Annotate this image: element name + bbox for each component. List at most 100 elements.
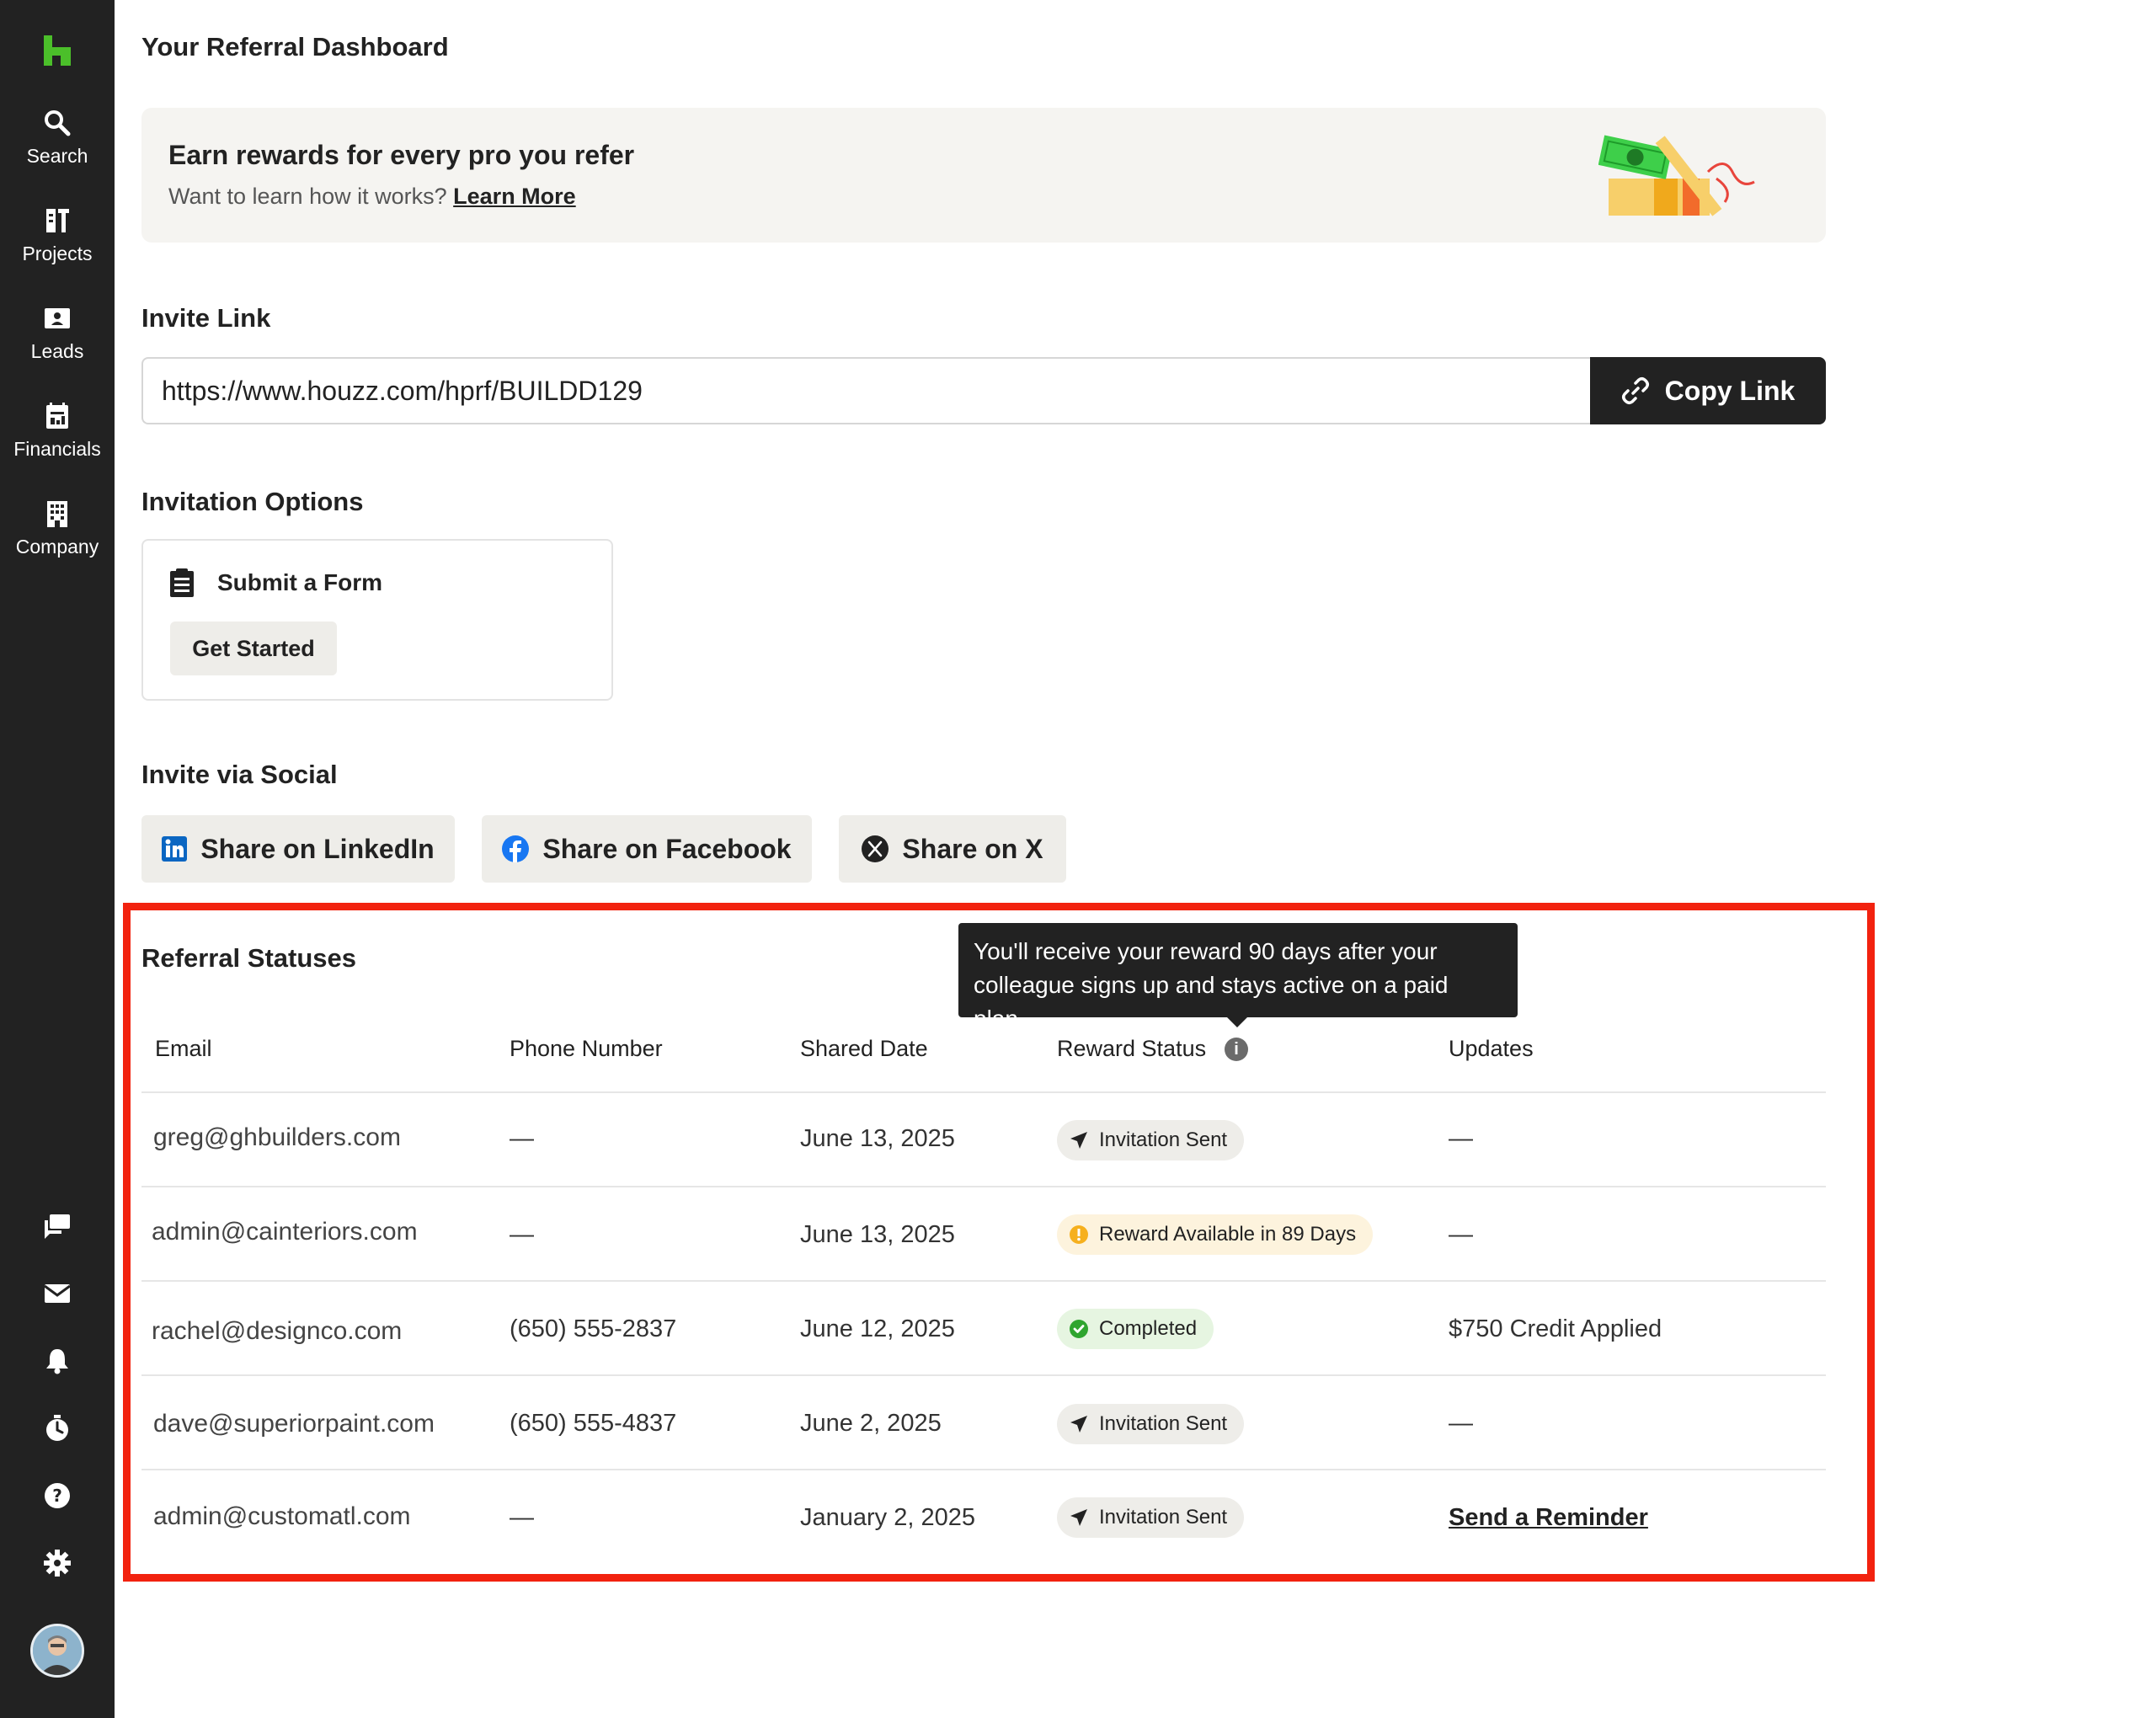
invitation-options-label: Invitation Options	[141, 487, 364, 516]
share-x-button[interactable]: Share on X	[839, 815, 1066, 883]
page-title: Your Referral Dashboard	[141, 32, 449, 61]
row-phone: —	[510, 1504, 534, 1531]
link-icon	[1621, 376, 1649, 405]
reward-status-tooltip: You'll receive your reward 90 days after…	[958, 923, 1518, 1032]
status-badge: Invitation Sent	[1057, 1497, 1245, 1538]
invite-via-social-label: Invite via Social	[141, 760, 338, 789]
timer-button[interactable]	[40, 1411, 74, 1445]
copy-link-label: Copy Link	[1664, 375, 1796, 406]
send-reminder-link[interactable]: Send a Reminder	[1449, 1504, 1648, 1532]
row-email: rachel@designco.com	[152, 1317, 403, 1345]
row-phone: —	[510, 1125, 534, 1152]
row-update: $750 Credit Applied	[1449, 1315, 1662, 1342]
rewards-banner: Earn rewards for every pro you refer Wan…	[141, 108, 1826, 243]
status-badge-label: Invitation Sent	[1099, 1506, 1228, 1529]
status-badge: Completed	[1057, 1309, 1214, 1349]
status-badge-label: Reward Available in 89 Days	[1099, 1223, 1357, 1246]
sidebar-item-leads[interactable]: Leads	[0, 303, 115, 363]
column-header-updates: Updates	[1449, 1036, 1534, 1061]
status-badge-label: Invitation Sent	[1099, 1128, 1228, 1151]
banner-subtitle: Want to learn how it works? Learn More	[168, 184, 576, 210]
table-divider	[141, 1469, 1826, 1470]
sidebar: Search Projects Leads Financials Company…	[0, 0, 115, 1718]
learn-more-link[interactable]: Learn More	[453, 184, 576, 209]
company-icon	[47, 501, 67, 527]
paper-plane-icon	[1070, 1132, 1087, 1149]
timer-icon	[46, 1415, 68, 1441]
sidebar-item-label: Search	[26, 145, 88, 167]
svg-text:?: ?	[52, 1486, 62, 1506]
paper-plane-icon	[1070, 1509, 1087, 1526]
notifications-button[interactable]	[40, 1344, 74, 1378]
get-started-button[interactable]: Get Started	[170, 622, 337, 675]
sidebar-item-projects[interactable]: Projects	[0, 205, 115, 265]
info-icon[interactable]: i	[1225, 1038, 1248, 1061]
messages-button[interactable]	[40, 1209, 74, 1243]
row-phone: (650) 555-4837	[510, 1410, 677, 1437]
x-logo-icon	[862, 835, 889, 862]
invite-link-label: Invite Link	[141, 303, 271, 333]
row-update: —	[1449, 1410, 1473, 1437]
row-email: greg@ghbuilders.com	[153, 1123, 401, 1151]
row-email: admin@cainteriors.com	[152, 1218, 418, 1246]
banner-subtitle-text: Want to learn how it works?	[168, 184, 447, 209]
tooltip-arrow	[1225, 1016, 1249, 1027]
row-update: —	[1449, 1221, 1473, 1248]
chat-icon	[45, 1214, 70, 1239]
linkedin-icon	[162, 836, 188, 862]
sidebar-item-label: Projects	[22, 243, 93, 264]
column-header-shared-date: Shared Date	[800, 1036, 928, 1061]
settings-button[interactable]	[40, 1546, 74, 1580]
row-shared-date: January 2, 2025	[800, 1504, 975, 1531]
user-photo-icon	[33, 1626, 82, 1675]
share-facebook-label: Share on Facebook	[542, 833, 792, 864]
help-icon: ?	[45, 1483, 70, 1508]
column-header-phone: Phone Number	[510, 1036, 663, 1061]
share-facebook-button[interactable]: Share on Facebook	[482, 815, 812, 883]
avatar[interactable]	[30, 1624, 84, 1678]
projects-icon	[46, 209, 69, 232]
status-badge-label: Completed	[1099, 1317, 1198, 1340]
referral-statuses-title: Referral Statuses	[141, 943, 357, 973]
search-icon	[45, 110, 71, 136]
mail-icon	[44, 1284, 71, 1303]
status-badge: Invitation Sent	[1057, 1404, 1245, 1444]
facebook-icon	[502, 835, 530, 862]
table-divider	[141, 1186, 1826, 1187]
row-shared-date: June 2, 2025	[800, 1410, 942, 1437]
sidebar-item-company[interactable]: Company	[0, 499, 115, 558]
status-badge: Reward Available in 89 Days	[1057, 1214, 1374, 1255]
column-header-reward-status: Reward Status	[1057, 1036, 1207, 1061]
table-divider	[141, 1280, 1826, 1282]
status-badge: Invitation Sent	[1057, 1120, 1245, 1160]
inbox-button[interactable]	[40, 1277, 74, 1310]
gift-money-illustration-icon	[1598, 135, 1755, 216]
column-header-email: Email	[155, 1036, 212, 1061]
sidebar-item-label: Company	[15, 536, 99, 558]
table-divider	[141, 1374, 1826, 1376]
banner-title: Earn rewards for every pro you refer	[168, 140, 635, 170]
houzz-logo-icon[interactable]	[40, 34, 74, 67]
row-email: dave@superiorpaint.com	[153, 1410, 435, 1438]
row-shared-date: June 13, 2025	[800, 1221, 955, 1248]
share-linkedin-button[interactable]: Share on LinkedIn	[141, 815, 455, 883]
invite-link-field[interactable]: https://www.houzz.com/hprf/BUILDD129	[141, 357, 1592, 424]
status-badge-label: Invitation Sent	[1099, 1412, 1228, 1435]
row-phone: —	[510, 1221, 534, 1248]
row-shared-date: June 12, 2025	[800, 1315, 955, 1342]
share-x-label: Share on X	[902, 833, 1043, 864]
sidebar-item-search[interactable]: Search	[0, 108, 115, 168]
table-divider	[141, 1091, 1826, 1093]
row-phone: (650) 555-2837	[510, 1315, 677, 1342]
submit-form-label: Submit a Form	[217, 569, 383, 595]
leads-icon	[45, 308, 70, 328]
sidebar-item-financials[interactable]: Financials	[0, 401, 115, 461]
sidebar-item-label: Financials	[13, 438, 101, 460]
row-shared-date: June 13, 2025	[800, 1125, 955, 1152]
paper-plane-icon	[1070, 1416, 1087, 1433]
financials-icon	[46, 403, 68, 429]
check-circle-icon	[1070, 1320, 1088, 1338]
copy-link-button[interactable]: Copy Link	[1590, 357, 1826, 424]
row-update: —	[1449, 1125, 1473, 1152]
help-button[interactable]: ?	[40, 1479, 74, 1513]
